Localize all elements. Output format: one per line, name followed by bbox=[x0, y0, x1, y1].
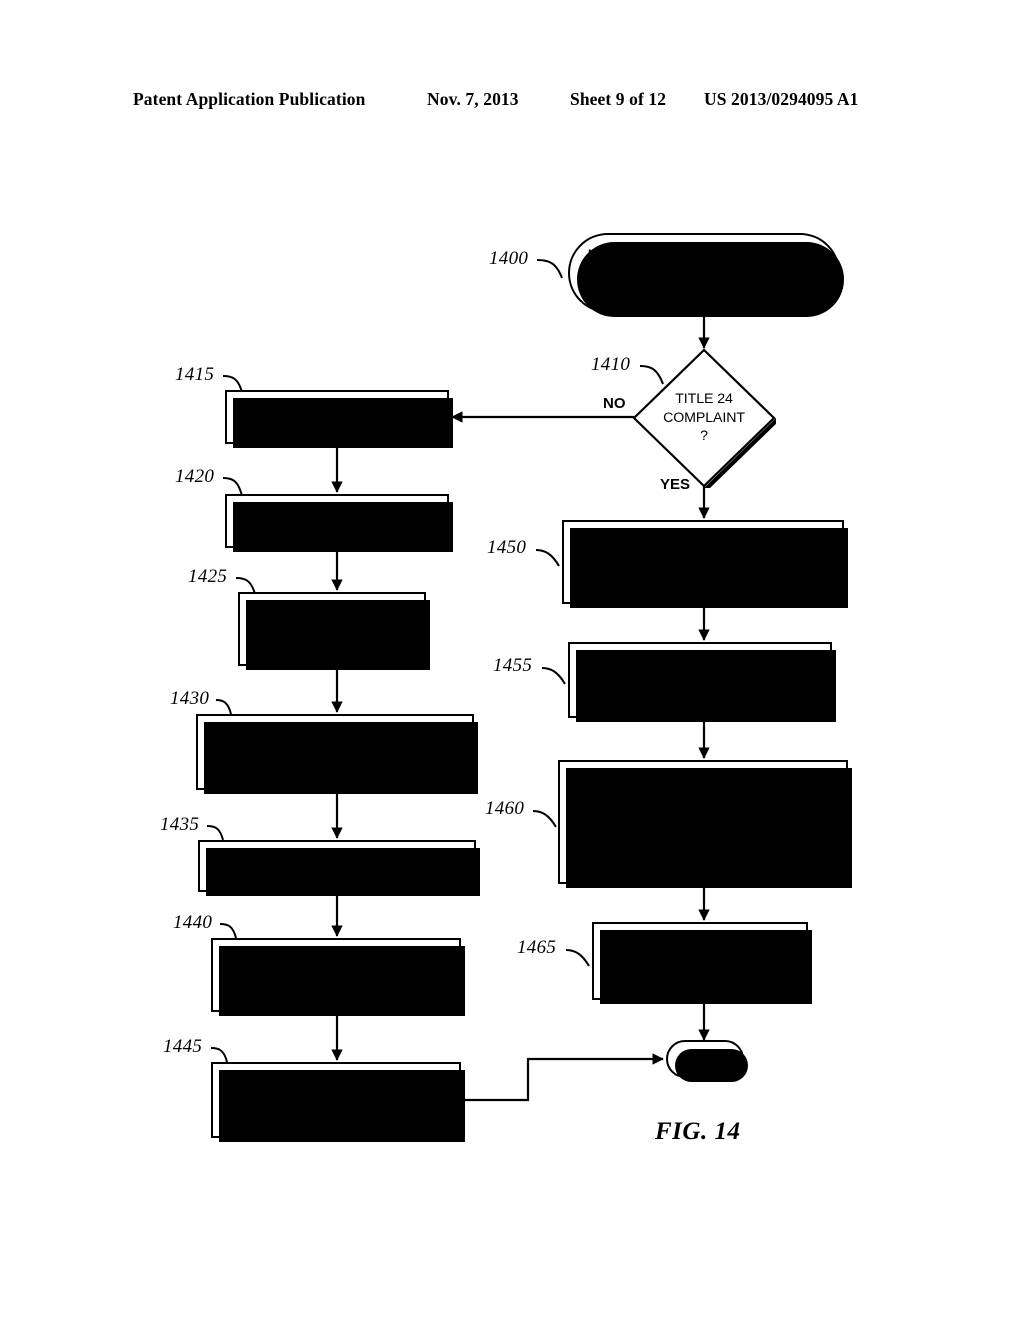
refnum-1465: 1465 bbox=[517, 937, 557, 958]
refnum-1410: 1410 bbox=[591, 354, 631, 375]
refnum-1415-leader bbox=[222, 375, 243, 393]
refnum-1460-leader bbox=[532, 810, 557, 828]
refnum-1425-leader bbox=[235, 577, 256, 595]
refnum-1465-leader bbox=[565, 949, 590, 967]
flow-step-1420: SCREW AN EDISON BASE ADAPTER INTO THE SO… bbox=[225, 494, 453, 552]
refnum-1425: 1425 bbox=[188, 566, 228, 587]
flow-step-1415-label: RELEASE THE SOCKET FROM THE EXISTING FIX… bbox=[235, 399, 439, 434]
figure-caption: FIG. 14 bbox=[655, 1118, 741, 1145]
decision-line-1: TITLE 24 bbox=[675, 391, 733, 408]
flow-step-1445: ROUTE WIRES INTO FIXTURE AND PUSH LED MO… bbox=[211, 1062, 465, 1142]
refnum-1460: 1460 bbox=[485, 798, 525, 819]
flow-start-terminator: METHOD FOR INSTALLING AN LED MODULE IN A… bbox=[568, 233, 844, 317]
decision-line-3: ? bbox=[700, 428, 708, 445]
flow-step-1425: PLUG WIRING FROM THE LED MODULE INTO THE… bbox=[238, 592, 430, 670]
flow-start-label: METHOD FOR INSTALLING AN LED MODULE IN A… bbox=[583, 246, 825, 300]
flow-step-1430: MOUNT THE EDISON BASE ADAPTER AND SOCKET… bbox=[196, 714, 478, 794]
flow-end-terminator: END bbox=[666, 1040, 748, 1082]
refnum-1420-leader bbox=[222, 477, 243, 497]
flow-step-1415: RELEASE THE SOCKET FROM THE EXISTING FIX… bbox=[225, 390, 453, 448]
flow-step-1450: CUT WIRES IN THE EXISTING FIXTURE, REMOV… bbox=[562, 520, 848, 608]
flow-step-1465-label: MOUNT THE EDISON BASE ADAPTER TO A BRACK… bbox=[602, 934, 798, 988]
flow-step-1435: SQUEEZE TORSION SPRINGS ON THE LED MODUL… bbox=[198, 840, 480, 896]
flow-step-1460: CONNECT THE WIRES FROM THE EDISON BASE A… bbox=[558, 760, 852, 888]
refnum-1435-leader bbox=[206, 825, 224, 841]
refnum-1410-leader bbox=[639, 365, 664, 385]
refnum-1455: 1455 bbox=[493, 655, 533, 676]
refnum-1435: 1435 bbox=[160, 814, 200, 835]
decision-line-2: COMPLAINT bbox=[663, 409, 745, 426]
flow-step-1450-label: CUT WIRES IN THE EXISTING FIXTURE, REMOV… bbox=[570, 535, 836, 589]
flow-step-1435-label: SQUEEZE TORSION SPRINGS ON THE LED MODUL… bbox=[208, 848, 466, 883]
flow-step-1445-label: ROUTE WIRES INTO FIXTURE AND PUSH LED MO… bbox=[219, 1073, 453, 1127]
refnum-1420: 1420 bbox=[175, 466, 215, 487]
refnum-1400: 1400 bbox=[489, 248, 529, 269]
flow-step-1465: MOUNT THE EDISON BASE ADAPTER TO A BRACK… bbox=[592, 922, 812, 1004]
refnum-1430-leader bbox=[215, 699, 232, 715]
refnum-1440-leader bbox=[219, 923, 237, 939]
flow-step-1420-label: SCREW AN EDISON BASE ADAPTER INTO THE SO… bbox=[238, 503, 436, 538]
refnum-1445: 1445 bbox=[163, 1036, 203, 1057]
flow-step-1460-label: CONNECT THE WIRES FROM THE EDISON BASE A… bbox=[571, 777, 835, 867]
decision-branch-no: NO bbox=[603, 395, 626, 412]
refnum-1430: 1430 bbox=[170, 688, 210, 709]
refnum-1455-leader bbox=[541, 667, 566, 685]
refnum-1400-leader bbox=[536, 259, 563, 279]
flow-step-1455-label: CUT WIRES ON AN EDISON BASE ADAPTER TO R… bbox=[582, 653, 818, 707]
refnum-1415: 1415 bbox=[175, 364, 215, 385]
refnum-1445-leader bbox=[210, 1047, 228, 1063]
refnum-1450: 1450 bbox=[487, 537, 527, 558]
flow-step-1440: INSTALL BRACKET ENDS OF THE TORSION SPRI… bbox=[211, 938, 465, 1016]
flow-step-1430-label: MOUNT THE EDISON BASE ADAPTER AND SOCKET… bbox=[209, 725, 461, 779]
flow-step-1440-label: INSTALL BRACKET ENDS OF THE TORSION SPRI… bbox=[224, 948, 448, 1002]
flow-end-label: END bbox=[690, 1051, 720, 1067]
flowchart-diagram: METHOD FOR INSTALLING AN LED MODULE IN A… bbox=[0, 0, 1024, 1320]
flow-step-1425-label: PLUG WIRING FROM THE LED MODULE INTO THE… bbox=[246, 602, 418, 656]
refnum-1440: 1440 bbox=[173, 912, 213, 933]
flow-step-1455: CUT WIRES ON AN EDISON BASE ADAPTER TO R… bbox=[568, 642, 836, 722]
refnum-1450-leader bbox=[535, 549, 560, 567]
decision-branch-yes: YES bbox=[660, 476, 691, 493]
